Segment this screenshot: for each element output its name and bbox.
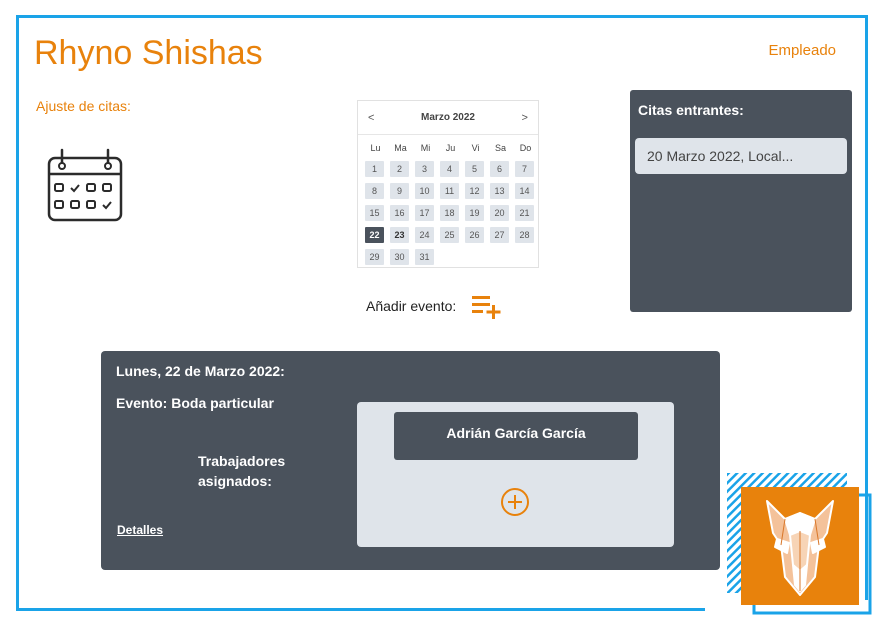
day-detail-panel: Lunes, 22 de Marzo 2022: Evento: Boda pa… xyxy=(101,351,720,570)
day-cell[interactable]: 30 xyxy=(390,249,409,265)
add-event-label: Añadir evento: xyxy=(366,298,457,314)
day-cell[interactable]: 18 xyxy=(440,205,459,221)
day-cell[interactable]: 1 xyxy=(365,161,384,177)
rhino-logo xyxy=(727,473,872,618)
details-link[interactable]: Detalles xyxy=(117,523,163,537)
datepicker-header: < Marzo 2022 > xyxy=(358,101,538,135)
day-cell[interactable]: 3 xyxy=(415,161,434,177)
event-label: Evento: Boda particular xyxy=(116,395,274,411)
assigned-workers-box: Adrián García García xyxy=(357,402,674,547)
section-title: Ajuste de citas: xyxy=(36,98,131,114)
day-cell[interactable]: 25 xyxy=(440,227,459,243)
weekday-label: Do xyxy=(519,143,532,153)
day-cell[interactable]: 8 xyxy=(365,183,384,199)
appointment-item[interactable]: 20 Marzo 2022, Local... xyxy=(635,138,847,174)
day-title: Lunes, 22 de Marzo 2022: xyxy=(116,363,285,379)
weekday-label: Ma xyxy=(394,143,407,153)
role-link[interactable]: Empleado xyxy=(768,42,836,59)
day-cell[interactable]: 29 xyxy=(365,249,384,265)
add-circle-icon[interactable] xyxy=(499,486,531,518)
day-cell[interactable]: 20 xyxy=(490,205,509,221)
incoming-title: Citas entrantes: xyxy=(638,102,744,118)
day-cell[interactable]: 27 xyxy=(490,227,509,243)
day-cell[interactable]: 16 xyxy=(390,205,409,221)
day-cell[interactable]: 15 xyxy=(365,205,384,221)
day-cell[interactable]: 11 xyxy=(440,183,459,199)
datepicker-grid: Lu Ma Mi Ju Vi Sa Do 1 2 3 4 5 6 7 8 9 1… xyxy=(358,135,538,265)
day-cell[interactable]: 14 xyxy=(515,183,534,199)
day-cell[interactable]: 10 xyxy=(415,183,434,199)
weekday-label: Ju xyxy=(445,143,456,153)
calendar-check-icon xyxy=(46,148,124,222)
add-event-row: Añadir evento: xyxy=(366,292,504,320)
day-cell[interactable]: 4 xyxy=(440,161,459,177)
weekday-label: Lu xyxy=(370,143,381,153)
app-title: Rhyno Shishas xyxy=(34,34,263,72)
day-cell[interactable]: 5 xyxy=(465,161,484,177)
day-cell[interactable]: 9 xyxy=(390,183,409,199)
day-cell[interactable]: 21 xyxy=(515,205,534,221)
weekday-label: Sa xyxy=(494,143,506,153)
incoming-appointments-panel: Citas entrantes: 20 Marzo 2022, Local... xyxy=(630,90,852,312)
day-cell[interactable]: 7 xyxy=(515,161,534,177)
day-cell[interactable]: 17 xyxy=(415,205,434,221)
worker-chip[interactable]: Adrián García García xyxy=(394,412,638,460)
weekday-label: Mi xyxy=(420,143,431,153)
day-cell[interactable]: 23 xyxy=(390,227,409,243)
prev-month-button[interactable]: < xyxy=(368,112,374,124)
month-label: Marzo 2022 xyxy=(421,112,475,123)
day-cell[interactable]: 24 xyxy=(415,227,434,243)
day-cell[interactable]: 13 xyxy=(490,183,509,199)
day-cell-selected[interactable]: 22 xyxy=(365,227,384,243)
day-cell[interactable]: 28 xyxy=(515,227,534,243)
next-month-button[interactable]: > xyxy=(522,112,528,124)
day-cell[interactable]: 2 xyxy=(390,161,409,177)
day-cell[interactable]: 12 xyxy=(465,183,484,199)
playlist-add-icon[interactable] xyxy=(470,292,504,320)
day-cell[interactable]: 6 xyxy=(490,161,509,177)
workers-label: Trabajadores asignados: xyxy=(198,453,286,489)
day-cell[interactable]: 26 xyxy=(465,227,484,243)
day-cell[interactable]: 31 xyxy=(415,249,434,265)
datepicker[interactable]: < Marzo 2022 > Lu Ma Mi Ju Vi Sa Do 1 2 … xyxy=(357,100,539,268)
weekday-label: Vi xyxy=(471,143,480,153)
day-cell[interactable]: 19 xyxy=(465,205,484,221)
